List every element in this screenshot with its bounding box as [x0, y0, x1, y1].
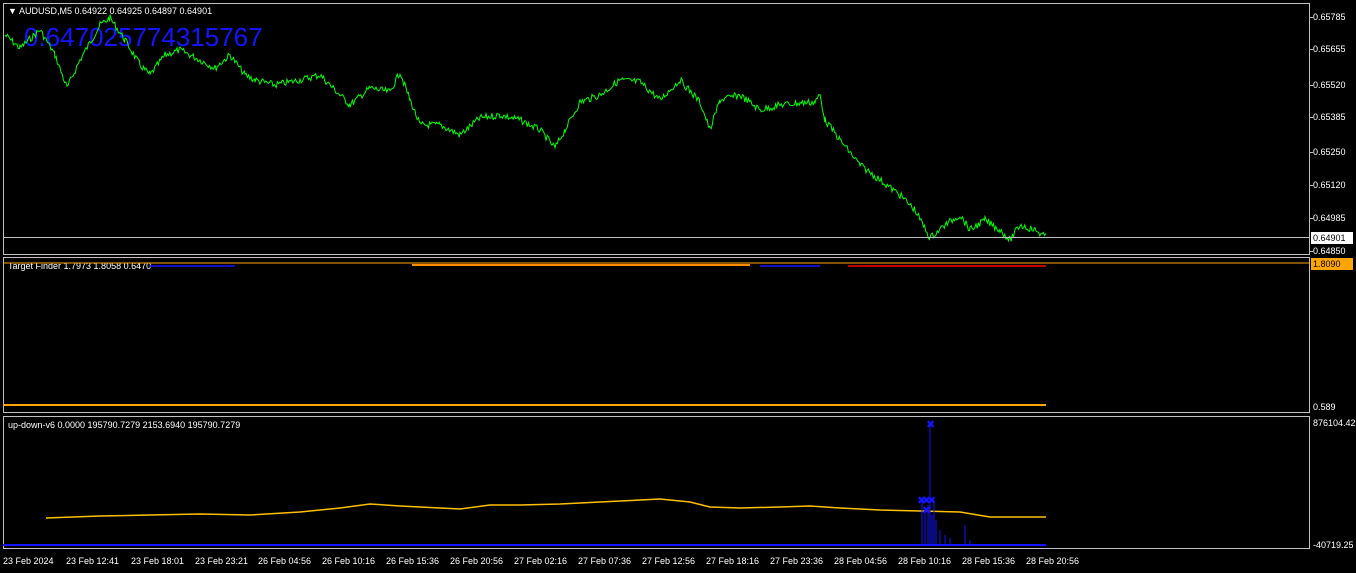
updown-average-line [45, 498, 1046, 519]
time-axis-label: 26 Feb 15:36 [386, 556, 440, 566]
time-axis-label: 23 Feb 18:01 [131, 556, 185, 566]
time-axis-label: 26 Feb 04:56 [258, 556, 312, 566]
time-axis-label: 26 Feb 10:16 [322, 556, 376, 566]
updown-axis-low: -40719.25 [1313, 540, 1354, 550]
time-axis-label: 28 Feb 15:36 [962, 556, 1016, 566]
time-axis-label: 26 Feb 20:56 [450, 556, 504, 566]
time-axis-label: 28 Feb 04:56 [834, 556, 888, 566]
updown-cross-marker: ✖ [922, 505, 931, 517]
time-axis-label: 23 Feb 12:41 [66, 556, 120, 566]
time-axis-label: 23 Feb 23:21 [195, 556, 249, 566]
time-axis-label: 27 Feb 07:36 [578, 556, 632, 566]
time-axis-label: 27 Feb 12:56 [642, 556, 696, 566]
time-axis-label: 27 Feb 23:36 [770, 556, 824, 566]
updown-axis-high: 876104.42 [1313, 418, 1356, 428]
time-axis-label: 28 Feb 10:16 [898, 556, 952, 566]
time-axis-label: 27 Feb 18:16 [706, 556, 760, 566]
time-axis-label: 27 Feb 02:16 [514, 556, 568, 566]
time-axis-label: 28 Feb 20:56 [1026, 556, 1080, 566]
updown-cross-marker: ✖ [926, 419, 935, 431]
time-axis-label: 23 Feb 2024 [3, 556, 54, 566]
updown-indicator-chart: ✖✖✖✖✖ [3, 419, 1046, 546]
